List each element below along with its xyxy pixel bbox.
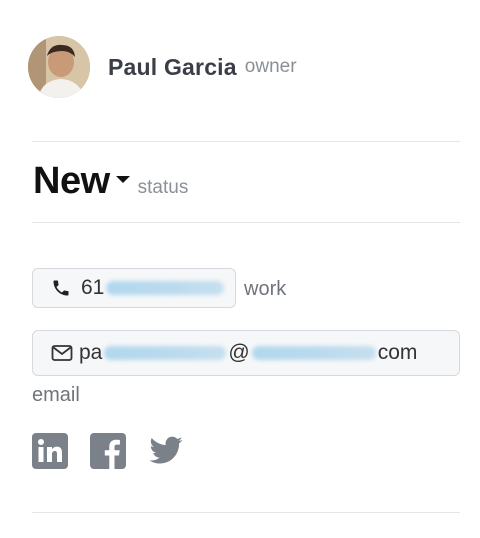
phone-number-redacted (106, 281, 225, 295)
social-links (32, 433, 206, 469)
twitter-icon[interactable] (148, 433, 184, 469)
phone-type-label: work (244, 278, 287, 300)
owner-name[interactable]: Paul Garcia (108, 54, 237, 81)
phone-icon (51, 278, 71, 298)
phone-chip[interactable]: 61 (32, 268, 236, 308)
email-redacted-local (104, 346, 227, 360)
envelope-icon (51, 344, 73, 362)
phone-number-visible: 61 (81, 276, 105, 299)
email-visible-start: pa (79, 341, 103, 364)
owner-role-label: owner (244, 56, 297, 77)
email-type-label: email (32, 384, 80, 406)
email-visible-end: com (377, 341, 418, 364)
owner-avatar[interactable] (28, 36, 90, 98)
email-redacted-domain (251, 346, 376, 360)
email-chip[interactable]: pa @ com (32, 330, 460, 376)
facebook-icon[interactable] (90, 433, 126, 469)
linkedin-icon[interactable] (32, 433, 68, 469)
status-label: status (137, 177, 189, 198)
caret-down-icon[interactable] (115, 176, 130, 183)
divider (32, 512, 460, 513)
owner-row: Paul Garcia owner (28, 36, 297, 98)
divider (32, 141, 460, 142)
email-at-sign: @ (228, 341, 250, 364)
status-value[interactable]: New (33, 160, 110, 203)
divider (32, 222, 460, 223)
status-row: New status (33, 160, 188, 203)
avatar-photo-icon (28, 36, 90, 98)
